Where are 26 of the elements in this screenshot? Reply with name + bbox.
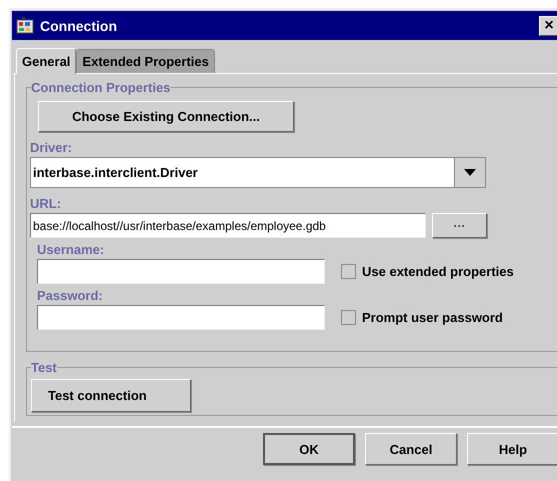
tab[interactable]: General (16, 48, 76, 74)
dialog-button[interactable]: OK (263, 433, 355, 465)
caret-icon (464, 169, 476, 176)
app-icon (16, 16, 34, 34)
field-label: URL: (30, 196, 62, 211)
group-title: Connection Properties (31, 80, 170, 95)
checkbox-label: Use extended properties (362, 264, 514, 279)
url-field[interactable]: base://localhost//usr/interbase/examples/employee.gdb (30, 213, 426, 238)
driver-dropdown[interactable]: interbase.interclient.Driver (30, 157, 486, 188)
browse-button[interactable]: ··· (432, 213, 487, 238)
group-title: Test (31, 360, 57, 375)
choose-connection-button[interactable]: Choose Existing Connection... (38, 101, 294, 132)
checkbox[interactable] (341, 264, 356, 279)
username-field[interactable] (37, 259, 325, 284)
dialog-button[interactable]: Cancel (365, 433, 457, 465)
field-label: Password: (37, 288, 104, 303)
password-field[interactable] (37, 305, 325, 330)
test-connection-button[interactable]: Test connection (31, 379, 191, 412)
dialog-button[interactable]: Help (467, 433, 557, 465)
tab[interactable]: Extended Properties (76, 49, 215, 73)
checkbox-label: Prompt user password (362, 310, 503, 325)
window-title: Connection (40, 18, 117, 34)
checkbox[interactable] (341, 310, 356, 325)
field-label: Username: (37, 242, 106, 257)
field-label: Driver: (30, 140, 73, 155)
close-button[interactable]: × (539, 16, 557, 36)
